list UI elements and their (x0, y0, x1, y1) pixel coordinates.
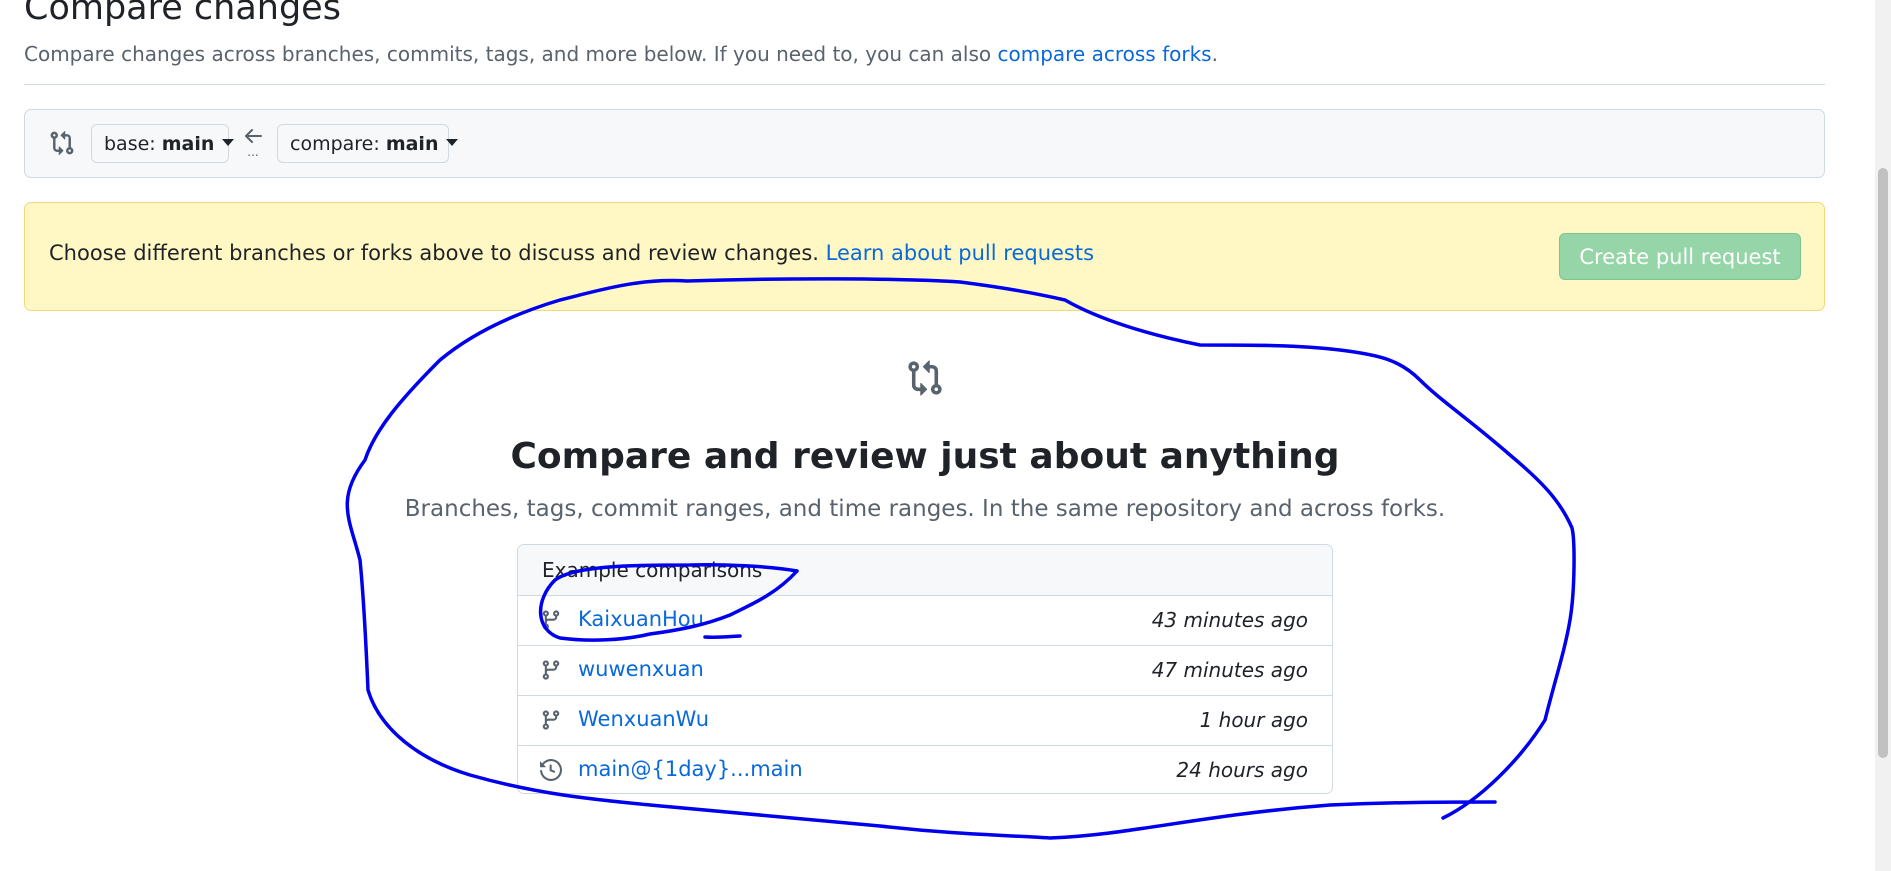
base-branch-value: main (161, 133, 215, 155)
base-prefix: base: (104, 133, 162, 155)
example-comparison-link[interactable]: main@{1day}...main (578, 757, 803, 781)
page-scrollbar[interactable] (1875, 0, 1891, 871)
git-branch-icon (542, 660, 560, 680)
compare-branch-value: main (385, 133, 439, 155)
header-divider (24, 84, 1825, 85)
example-comparison-time: 1 hour ago (1199, 708, 1308, 732)
range-editor: base: main ... compare: main (24, 109, 1825, 178)
example-comparison-time: 24 hours ago (1176, 758, 1308, 782)
chevron-down-icon (446, 139, 459, 146)
create-pull-request-button[interactable]: Create pull request (1559, 233, 1801, 280)
git-branch-icon (542, 610, 560, 630)
compare-page: Compare changes Compare changes across b… (0, 0, 1891, 871)
chevron-down-icon (222, 139, 235, 146)
git-compare-icon (50, 130, 74, 156)
blankslate-description: Branches, tags, commit ranges, and time … (404, 496, 1446, 522)
example-comparisons-header: Example comparisons (518, 545, 1332, 596)
git-compare-icon (908, 360, 942, 396)
example-comparison-time: 43 minutes ago (1151, 608, 1308, 632)
subtitle-suffix: . (1211, 42, 1218, 66)
learn-about-pull-requests-link[interactable]: Learn about pull requests (826, 241, 1094, 265)
flash-message-text: Choose different branches or forks above… (49, 241, 826, 265)
flash-message: Choose different branches or forks above… (49, 241, 1094, 265)
example-comparison-row[interactable]: wuwenxuan 47 minutes ago (518, 646, 1332, 696)
example-comparison-row[interactable]: main@{1day}...main 24 hours ago (518, 746, 1332, 793)
compare-across-forks-link[interactable]: compare across forks (997, 42, 1211, 66)
blankslate-title: Compare and review just about anything (510, 436, 1340, 477)
range-separator: ... (247, 145, 258, 159)
page-title: Compare changes (24, 0, 341, 28)
example-comparison-link[interactable]: KaixuanHou (578, 607, 704, 631)
example-comparison-link[interactable]: wuwenxuan (578, 657, 704, 681)
example-comparison-time: 47 minutes ago (1151, 658, 1308, 682)
example-comparisons-box: Example comparisons KaixuanHou 43 minute… (517, 544, 1333, 794)
example-comparison-link[interactable]: WenxuanWu (578, 707, 709, 731)
flash-notice: Choose different branches or forks above… (24, 202, 1825, 311)
page-subtitle: Compare changes across branches, commits… (24, 42, 1218, 66)
example-comparison-row[interactable]: WenxuanWu 1 hour ago (518, 696, 1332, 746)
subtitle-text: Compare changes across branches, commits… (24, 42, 998, 66)
arrow-left-icon: ... (245, 129, 262, 159)
compare-branch-button[interactable]: compare: main (277, 124, 459, 163)
base-branch-button[interactable]: base: main (91, 124, 235, 163)
history-icon (540, 759, 562, 781)
scrollbar-thumb[interactable] (1878, 168, 1888, 758)
compare-prefix: compare: (290, 133, 386, 155)
example-comparison-row[interactable]: KaixuanHou 43 minutes ago (518, 596, 1332, 646)
git-branch-icon (542, 710, 560, 730)
